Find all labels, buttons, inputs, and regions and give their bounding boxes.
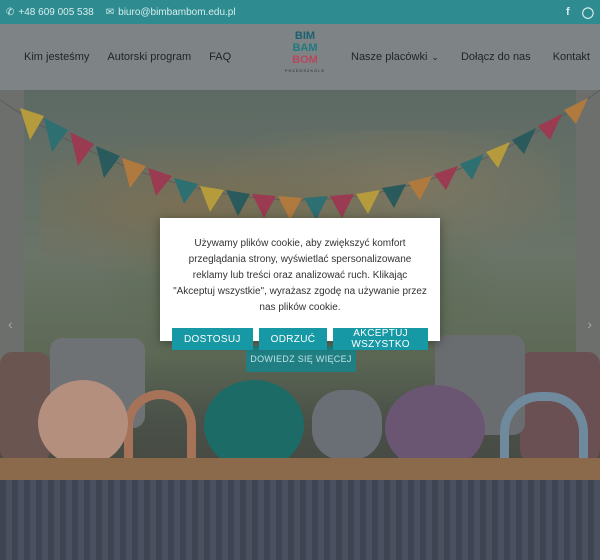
phone-number: +48 609 005 538	[18, 6, 94, 18]
nav-nasze-placowki[interactable]: Nasze placówki ⌄	[351, 51, 439, 63]
slider-next-icon[interactable]: ›	[587, 316, 592, 332]
cookie-reject-button[interactable]: ODRZUĆ	[258, 328, 328, 350]
cookie-accept-all-button[interactable]: AKCEPTUJ WSZYSTKO	[333, 328, 428, 350]
site-header: Kim jesteśmy Autorski program FAQ BIM BA…	[0, 24, 600, 90]
email-address: biuro@bimbambom.edu.pl	[118, 6, 236, 18]
cookie-consent-dialog: Używamy plików cookie, aby zwiększyć kom…	[160, 218, 440, 350]
nav-faq[interactable]: FAQ	[209, 51, 231, 63]
phone-icon: ✆	[6, 6, 15, 18]
window-sill	[0, 458, 600, 480]
logo-tagline: PRZEDSZKOLE	[284, 68, 326, 73]
site-logo[interactable]: BIM BAM BOM PRZEDSZKOLE	[278, 30, 332, 86]
main-nav-left: Kim jesteśmy Autorski program FAQ	[24, 51, 249, 63]
rainbow-toy-right	[500, 392, 588, 460]
chevron-down-icon: ⌄	[431, 51, 439, 62]
logo-line-2: BAM	[292, 42, 318, 54]
social-links: f ◯	[566, 6, 594, 19]
email-link[interactable]: ✉ biuro@bimbambom.edu.pl	[106, 7, 236, 18]
topbar: ✆ +48 609 005 538 ✉ biuro@bimbambom.edu.…	[0, 0, 600, 24]
cookie-consent-text: Używamy plików cookie, aby zwiększyć kom…	[173, 238, 427, 313]
nav-dolacz-do-nas[interactable]: Dołącz do nas	[461, 51, 531, 63]
cloud-pillow	[312, 390, 382, 460]
radiator	[0, 480, 600, 560]
instagram-icon[interactable]: ◯	[582, 6, 594, 19]
plush-toy-teal	[204, 380, 304, 470]
nav-kim-jestesmy[interactable]: Kim jesteśmy	[24, 51, 89, 63]
nav-kontakt[interactable]: Kontakt	[553, 51, 590, 63]
plush-toy-pink	[38, 380, 128, 466]
logo-line-1: BIM	[294, 30, 316, 42]
mail-icon: ✉	[105, 6, 115, 18]
rainbow-toy-left	[124, 390, 196, 458]
slider-prev-icon[interactable]: ‹	[8, 316, 13, 332]
facebook-icon[interactable]: f	[566, 6, 570, 19]
logo-line-3: BOM	[292, 54, 318, 66]
nav-nasze-placowki-label: Nasze placówki	[351, 51, 428, 63]
nav-autorski-program[interactable]: Autorski program	[107, 51, 191, 63]
cookie-customize-button[interactable]: DOSTOSUJ	[172, 328, 253, 350]
main-nav-right: Nasze placówki ⌄ Dołącz do nas Kontakt	[329, 24, 590, 90]
phone-link[interactable]: ✆ +48 609 005 538	[6, 7, 94, 18]
cookie-consent-buttons: DOSTOSUJ ODRZUĆ AKCEPTUJ WSZYSTKO	[172, 328, 428, 350]
